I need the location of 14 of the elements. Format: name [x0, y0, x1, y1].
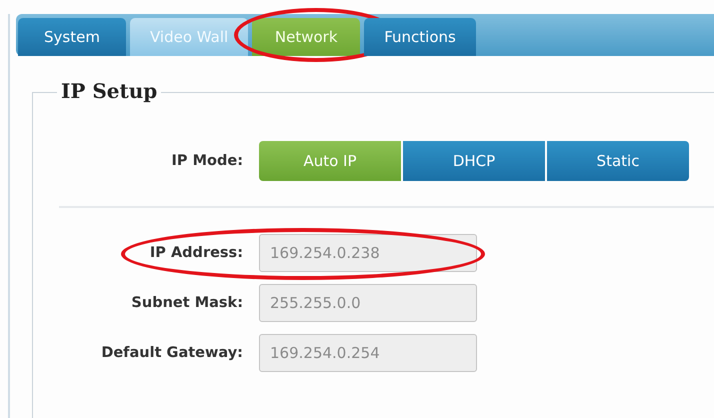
field-label: Default Gateway:: [100, 345, 243, 361]
field-label: IP Address:: [148, 245, 243, 261]
input-field[interactable]: 169.254.0.254: [259, 334, 477, 372]
tab[interactable]: System: [18, 18, 126, 56]
input-field[interactable]: 169.254.0.238: [259, 234, 477, 272]
mode-button[interactable]: DHCP: [403, 141, 545, 181]
tab[interactable]: Network: [252, 18, 360, 56]
mode-button[interactable]: Static: [547, 141, 689, 181]
input-field[interactable]: 255.255.0.0: [259, 284, 477, 322]
tab[interactable]: Video Wall: [130, 18, 248, 56]
field-label: IP Mode:: [170, 153, 243, 169]
mode-button[interactable]: Auto IP: [259, 141, 401, 181]
tab[interactable]: Functions: [364, 18, 476, 56]
field-label: Subnet Mask:: [130, 295, 243, 311]
